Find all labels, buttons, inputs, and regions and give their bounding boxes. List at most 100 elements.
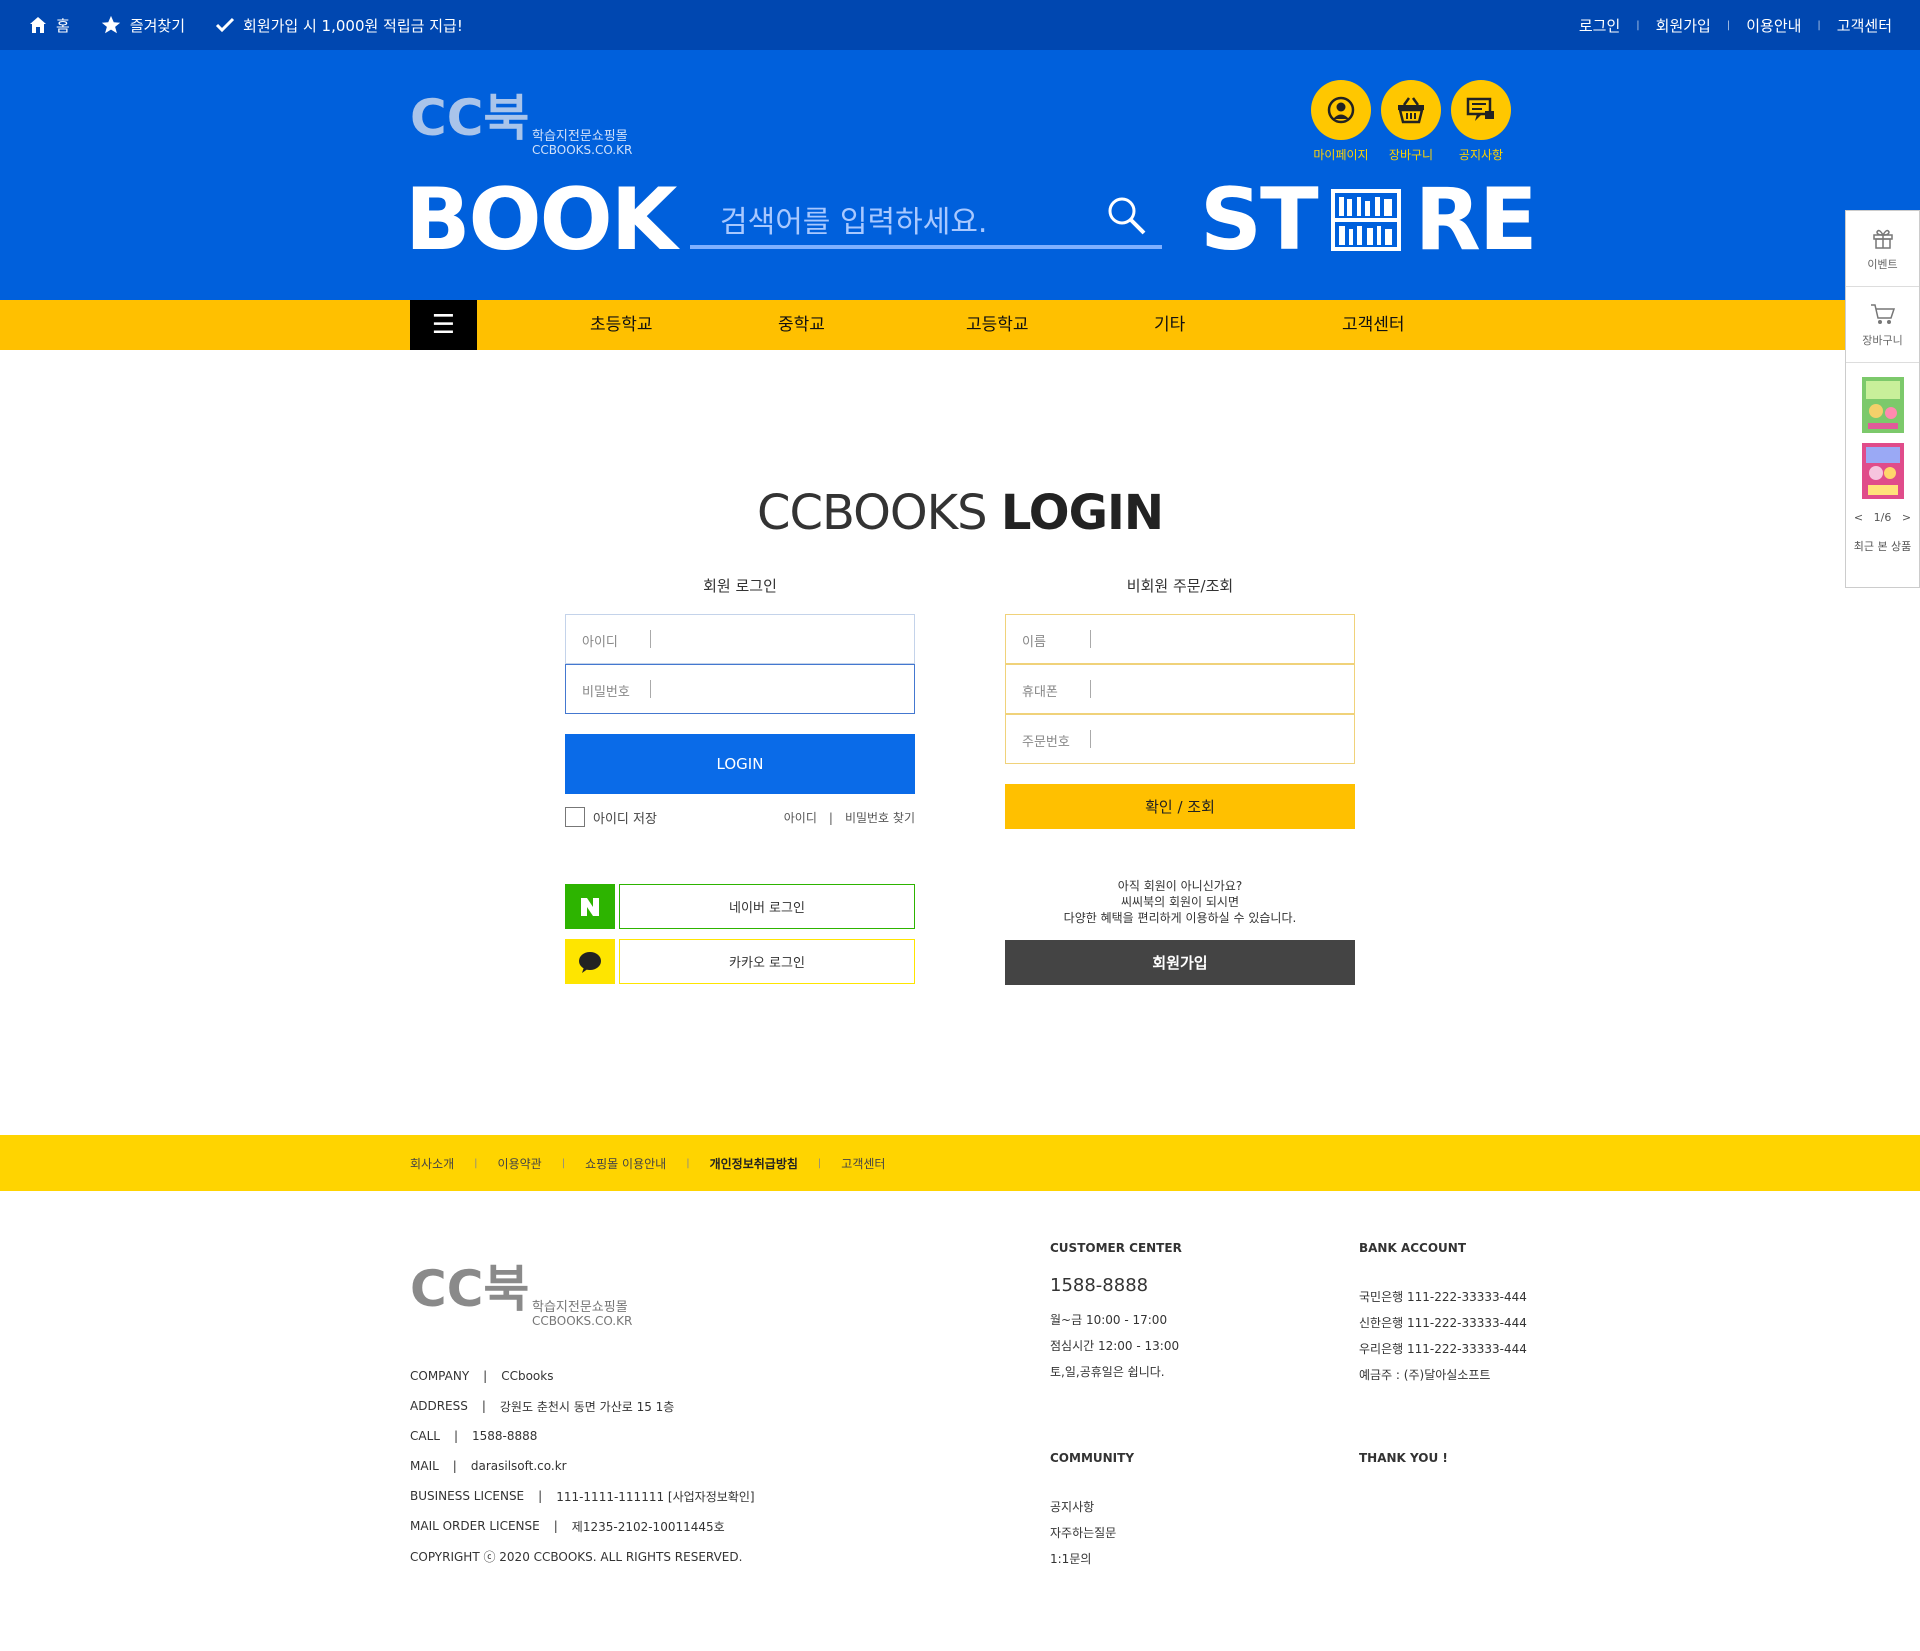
footer-link-company[interactable]: 회사소개 [410,1155,454,1172]
cart-label: 장바구니 [1388,148,1434,162]
join-line: 다양한 혜택을 편리하게 이용하실 수 있습니다. [1063,911,1297,925]
account-holder: 예금주 : (주)달아실소프트 [1359,1367,1491,1382]
site-logo[interactable]: CC북 학습지전문쇼핑몰 CCBOOKS.CO.KR [410,80,670,160]
store-word: ST RE [1200,170,1538,270]
circle [1381,80,1441,140]
favorite-link[interactable]: 즐겨찾기 [100,14,185,36]
side-cart-button[interactable]: 장바구니 [1846,287,1919,363]
guide-link[interactable]: 이용안내 [1746,15,1801,36]
quick-menu: 마이페이지 장바구니 공지사항 [1310,80,1512,163]
header: CC북 학습지전문쇼핑몰 CCBOOKS.CO.KR BOOK 검색어를 입력하… [0,50,1920,300]
prev-arrow-icon[interactable]: < [1854,511,1863,524]
kakao-icon [565,939,615,984]
nav-etc[interactable]: 기타 [1154,300,1185,350]
login-link[interactable]: 로그인 [1579,15,1620,36]
find-password-link[interactable]: 비밀번호 찾기 [845,811,915,825]
info-value: CCbooks [501,1369,554,1383]
community-link-notice[interactable]: 공지사항 [1050,1493,1134,1519]
input-cursor [1090,630,1091,648]
join-button[interactable]: 회원가입 [1005,940,1355,985]
divider: | [1726,19,1731,31]
guest-phone-field[interactable]: 휴대폰 [1005,664,1355,714]
kakao-login[interactable]: 카카오 로그인 [565,939,915,984]
mypage-button[interactable]: 마이페이지 [1310,80,1372,163]
info-value: 제1235-2102-10011445호 [571,1519,725,1534]
divider: | [474,1157,478,1169]
favorite-label: 즐겨찾기 [129,16,186,35]
nav-middle[interactable]: 중학교 [778,300,825,350]
footer-logo-graphic: CC북 학습지전문쇼핑몰 CCBOOKS.CO.KR [410,1260,632,1328]
notice-button[interactable]: 공지사항 [1450,80,1512,163]
next-arrow-icon[interactable]: > [1902,511,1911,524]
recent-products: < 1/6 > 최근 본 상품 [1846,363,1919,554]
nav-high[interactable]: 고등학교 [966,300,1029,350]
nav-elementary[interactable]: 초등학교 [590,300,653,350]
footer-logo: CC북 학습지전문쇼핑몰 CCBOOKS.CO.KR [410,1251,670,1331]
recent-products-label: 최근 본 상품 [1853,540,1912,553]
info-row: COMPANY | CCbooks [410,1361,755,1391]
lunch-time: 점심시간 12:00 - 13:00 [1050,1338,1180,1353]
community-link-inquiry[interactable]: 1:1문의 [1050,1545,1134,1571]
hamburger-menu-icon[interactable]: ☰ [410,300,477,350]
guest-name-label: 이름 [1022,635,1046,650]
input-cursor [650,680,651,698]
check-icon [215,17,235,33]
save-id-checkbox[interactable] [565,807,585,827]
side-event-button[interactable]: 이벤트 [1846,211,1919,287]
divider: | [481,1399,486,1413]
recent-product-thumb[interactable] [1861,443,1904,499]
info-row: MAIL | darasilsoft.co.kr [410,1451,755,1481]
login-button[interactable]: LOGIN [565,734,915,794]
save-id-option[interactable]: 아이디 저장 [565,807,657,827]
support-link[interactable]: 고객센터 [1837,15,1892,36]
footer-link-terms[interactable]: 이용약관 [498,1155,542,1172]
company-info: COMPANY | CCbooks ADDRESS | 강원도 춘천시 동면 가산로 1… [410,1361,755,1571]
promo-label: 회원가입 시 1,000원 적립금 지급! [243,16,463,35]
footer-links-bar: 회사소개 | 이용약관 | 쇼핑몰 이용안내 | 개인정보취급방침 | 고객센터 [0,1135,1920,1191]
book-word: BOOK [405,170,677,270]
footer-link-privacy[interactable]: 개인정보취급방침 [710,1155,798,1172]
save-id-label: 아이디 저장 [593,811,657,827]
signup-link[interactable]: 회원가입 [1656,15,1711,36]
home-icon [30,17,46,33]
id-field[interactable]: 아이디 [565,614,915,664]
cart-button[interactable]: 장바구니 [1380,80,1442,163]
top-bar: 홈 즐겨찾기 회원가입 시 1,000원 적립금 지급! 로그인 | 회원가입 … [0,0,1920,50]
footer-logo-url: CCBOOKS.CO.KR [532,1314,632,1328]
join-line: 아직 회원이 아니신가요? [1117,879,1243,893]
home-label: 홈 [56,16,70,35]
search-input[interactable]: 검색어를 입력하세요. [720,197,987,241]
logo-text: CC북 [410,89,529,147]
community-link-faq[interactable]: 자주하는질문 [1050,1519,1134,1545]
search-bar[interactable]: 검색어를 입력하세요. [690,185,1162,249]
title-bold: LOGIN [1000,485,1164,541]
order-number-label: 주문번호 [1022,735,1070,750]
find-id-link[interactable]: 아이디 [784,811,817,825]
naver-login[interactable]: 네이버 로그인 [565,884,915,929]
search-icon[interactable] [1104,193,1148,237]
order-number-field[interactable]: 주문번호 [1005,714,1355,764]
circle [1311,80,1371,140]
divider: | [452,1459,457,1473]
join-line: 씨씨북의 회원이 되시면 [1120,895,1240,909]
info-value: 강원도 춘천시 동면 가산로 15 1층 [499,1399,675,1414]
nav-support[interactable]: 고객센터 [1342,300,1405,350]
main-nav: ☰ 초등학교 중학교 고등학교 기타 고객센터 [0,300,1920,350]
confirm-button[interactable]: 확인 / 조회 [1005,784,1355,829]
password-field[interactable]: 비밀번호 [565,664,915,714]
bookshelf-icon [1330,189,1401,251]
guest-name-field[interactable]: 이름 [1005,614,1355,664]
page-title: CCBOOKS LOGIN [0,485,1920,541]
footer-link-guide[interactable]: 쇼핑몰 이용안내 [585,1155,666,1172]
home-link[interactable]: 홈 [28,15,70,36]
info-label: CALL [410,1429,440,1443]
store-right: RE [1414,170,1538,270]
divider: | [453,1429,459,1443]
bank-account-title: BANK ACCOUNT [1359,1241,1467,1255]
business-license-link[interactable]: 111-1111-111111 [사업자정보확인] [556,1488,754,1505]
notice-label: 공지사항 [1458,148,1504,162]
footer-link-support[interactable]: 고객센터 [841,1155,885,1172]
cart-icon [1870,303,1895,324]
naver-n-icon [581,897,599,916]
recent-product-thumb[interactable] [1861,377,1904,433]
